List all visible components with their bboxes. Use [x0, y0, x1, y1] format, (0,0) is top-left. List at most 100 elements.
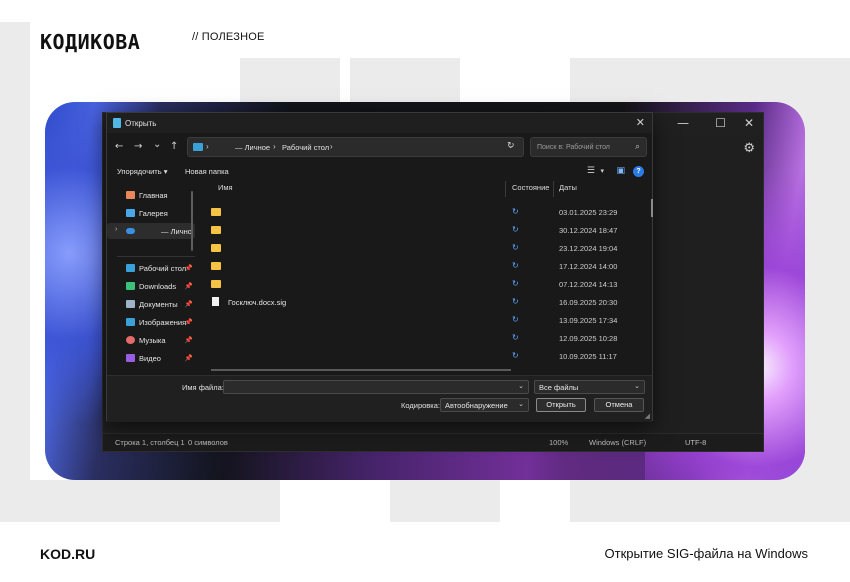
address-bar[interactable]: › — Личное › Рабочий стол › ⌄ [187, 137, 524, 157]
refresh-icon[interactable]: ↻ [507, 141, 515, 151]
expand-icon[interactable]: › [115, 226, 117, 233]
organize-label: Упорядочить [117, 167, 162, 176]
column-separator[interactable] [505, 181, 506, 197]
gear-icon[interactable]: ⚙ [743, 141, 755, 156]
nav-item-label: Рабочий стол [139, 264, 187, 273]
sync-icon: ↻ [512, 279, 519, 288]
close-icon[interactable]: ✕ [636, 116, 645, 129]
sync-icon: ↻ [512, 315, 519, 324]
status-encoding[interactable]: UTF-8 [685, 438, 706, 447]
file-row[interactable]: ↻ 30.12.2024 18:47 [202, 222, 652, 240]
file-row[interactable]: ↻ 17.12.2024 14:00 [202, 258, 652, 276]
gallery-icon [126, 209, 135, 217]
back-icon[interactable]: ← [115, 141, 123, 152]
video-icon [126, 354, 135, 362]
folder-icon [211, 244, 221, 252]
nav-item-home[interactable]: Главная [107, 187, 195, 203]
file-row[interactable]: ↻ 23.12.2024 19:04 [202, 240, 652, 258]
file-row[interactable]: ↻ 10.09.2025 11:17 [202, 348, 652, 366]
encoding-select[interactable]: Автообнаружение ⌄ [440, 398, 529, 412]
nav-item-video[interactable]: Видео 📌 [107, 350, 195, 366]
open-button[interactable]: Открыть [536, 398, 586, 412]
resize-grip-icon[interactable]: ◢ [645, 412, 650, 420]
file-row[interactable]: ↻ 12.09.2025 10:28 [202, 330, 652, 348]
nav-item-onedrive[interactable]: › — Личное [107, 223, 195, 239]
download-icon [126, 282, 135, 290]
column-separator[interactable] [553, 181, 554, 197]
nav-item-music[interactable]: Музыка 📌 [107, 332, 195, 348]
bg-block [350, 58, 460, 102]
file-row[interactable]: Госключ.docx.sig ↻ 16.09.2025 20:30 [202, 294, 652, 312]
horizontal-scrollbar[interactable] [211, 369, 511, 371]
breadcrumb-separator: › [330, 142, 333, 151]
breadcrumb-desktop[interactable]: Рабочий стол [282, 143, 329, 152]
dialog-footer: Имя файла: ⌄ Все файлы ⌄ Кодировка: Авто… [107, 375, 652, 422]
sync-icon: ↻ [512, 333, 519, 342]
file-date: 30.12.2024 18:47 [559, 226, 618, 235]
nav-item-downloads[interactable]: Downloads 📌 [107, 278, 195, 294]
folder-icon [211, 280, 221, 288]
nav-item-label: Изображения [139, 318, 187, 327]
file-date: 03.01.2025 23:29 [559, 208, 618, 217]
pin-icon: 📌 [184, 282, 193, 290]
pin-icon: 📌 [184, 318, 193, 326]
folder-icon [211, 226, 221, 234]
sync-icon: ↻ [512, 207, 519, 216]
file-type-select[interactable]: Все файлы ⌄ [534, 380, 645, 394]
caret-down-icon[interactable]: ▾ [600, 167, 604, 175]
preview-pane-icon[interactable]: ▣ [616, 166, 625, 176]
section-label[interactable]: // ПОЛЕЗНОЕ [192, 31, 265, 43]
up-icon[interactable]: ↑ [170, 141, 178, 152]
computer-icon [193, 143, 203, 151]
cancel-button[interactable]: Отмена [594, 398, 644, 412]
search-input[interactable]: Поиск в: Рабочий стол ⌕ [530, 137, 647, 157]
filename-input[interactable]: ⌄ [223, 380, 529, 394]
image-caption: Открытие SIG-файла на Windows [604, 546, 808, 561]
close-icon[interactable]: ✕ [744, 116, 754, 130]
help-icon[interactable]: ? [633, 166, 644, 177]
nav-item-label: Галерея [139, 209, 168, 218]
column-header-status[interactable]: Состояние [512, 183, 549, 192]
file-row[interactable]: ↻ 07.12.2024 14:13 [202, 276, 652, 294]
file-date: 07.12.2024 14:13 [559, 280, 618, 289]
nav-item-label: Downloads [139, 282, 177, 291]
nav-item-pictures[interactable]: Изображения 📌 [107, 314, 195, 330]
file-row[interactable]: ↻ 03.01.2025 23:29 [202, 204, 652, 222]
breadcrumb-personal[interactable]: — Личное [235, 143, 270, 152]
bg-block [240, 58, 340, 102]
brand-logo[interactable]: КОДИКОВА [40, 30, 140, 54]
open-file-dialog: Открыть ✕ ← → ⌄ ↑ › — Личное › Рабочий с… [106, 112, 653, 422]
nav-item-desktop[interactable]: Рабочий стол 📌 [107, 260, 195, 276]
organize-button[interactable]: Упорядочить ▾ [117, 167, 168, 176]
minimize-icon[interactable]: — [677, 116, 689, 130]
chevron-down-icon[interactable]: ⌄ [518, 382, 524, 390]
file-type-value: Все файлы [539, 383, 579, 392]
view-icon[interactable]: ☰ [587, 166, 595, 176]
bg-block [390, 480, 500, 522]
status-zoom[interactable]: 100% [549, 438, 568, 447]
bg-block [0, 480, 280, 522]
chevron-down-icon[interactable]: ⌄ [153, 139, 161, 150]
breadcrumb-separator: › [273, 142, 276, 151]
new-folder-button[interactable]: Новая папка [185, 167, 229, 176]
chevron-down-icon: ⌄ [634, 383, 640, 390]
scrollbar[interactable] [191, 191, 193, 251]
status-eol[interactable]: Windows (CRLF) [589, 438, 646, 447]
column-header-name[interactable]: Имя [218, 183, 233, 192]
desktop-icon [126, 264, 135, 272]
site-label[interactable]: KOD.RU [40, 546, 95, 562]
dialog-titlebar: Открыть ✕ [107, 113, 652, 133]
scrollbar[interactable] [651, 199, 653, 217]
search-icon: ⌕ [634, 142, 640, 152]
sync-icon: ↻ [512, 261, 519, 270]
nav-item-label: Музыка [139, 336, 166, 345]
sync-icon: ↻ [512, 297, 519, 306]
forward-icon[interactable]: → [134, 141, 142, 152]
column-header-date[interactable]: Даты [559, 183, 577, 192]
onedrive-icon [126, 228, 135, 234]
status-position: Строка 1, столбец 1 [115, 438, 185, 447]
file-row[interactable]: ↻ 13.09.2025 17:34 [202, 312, 652, 330]
nav-item-gallery[interactable]: Галерея [107, 205, 195, 221]
nav-item-documents[interactable]: Документы 📌 [107, 296, 195, 312]
maximize-icon[interactable]: ☐ [715, 116, 726, 130]
